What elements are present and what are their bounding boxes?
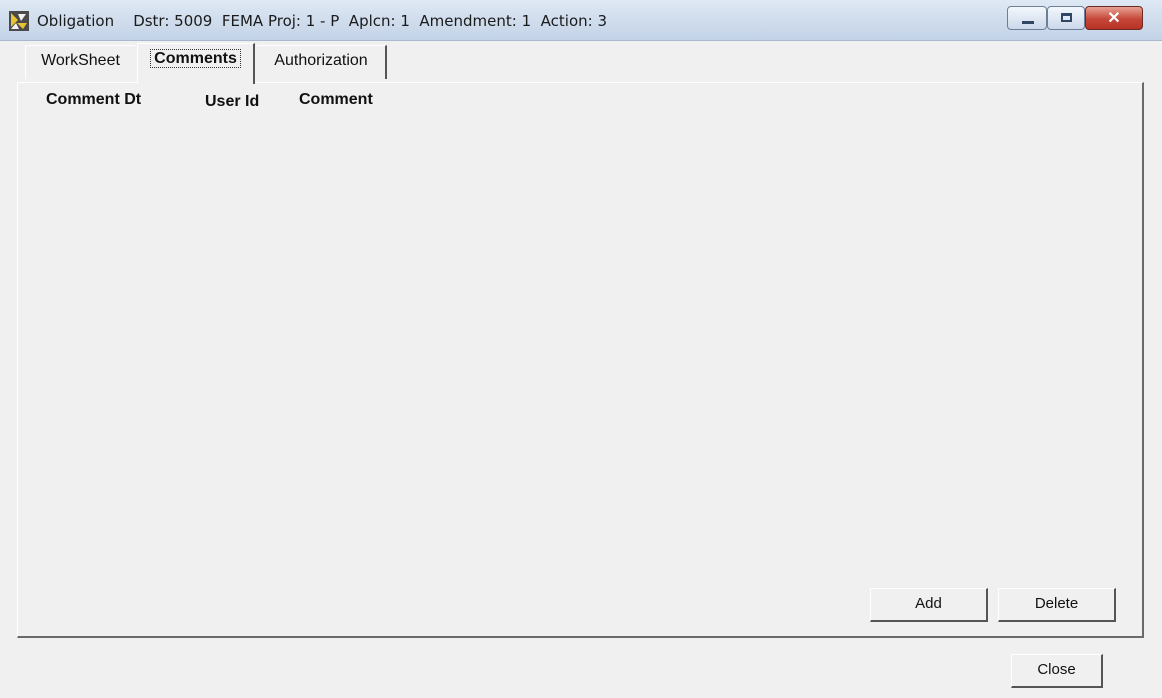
tab-authorization-label: Authorization xyxy=(274,52,368,69)
tab-comments-label: Comments xyxy=(150,49,241,68)
close-icon: ✕ xyxy=(1107,10,1121,27)
tab-comments[interactable]: Comments xyxy=(137,43,255,84)
window-title-app: Obligation xyxy=(37,12,115,30)
column-header-comment[interactable]: Comment xyxy=(299,91,373,109)
close-window-button[interactable]: ✕ xyxy=(1085,6,1143,30)
delete-button[interactable]: Delete xyxy=(998,588,1116,622)
column-header-comment-dt[interactable]: Comment Dt xyxy=(46,91,141,109)
maximize-button[interactable] xyxy=(1047,6,1085,30)
window-title: Obligation Dstr: 5009 FEMA Proj: 1 - P A… xyxy=(37,12,607,30)
tab-worksheet-label: WorkSheet xyxy=(41,52,120,69)
tab-authorization[interactable]: Authorization xyxy=(257,45,387,79)
close-button[interactable]: Close xyxy=(1011,654,1103,688)
add-button[interactable]: Add xyxy=(870,588,988,622)
minimize-button[interactable] xyxy=(1007,6,1047,30)
window-title-details: Dstr: 5009 FEMA Proj: 1 - P Aplcn: 1 Ame… xyxy=(133,12,608,30)
tab-worksheet[interactable]: WorkSheet xyxy=(25,45,135,79)
column-header-user-id[interactable]: User Id xyxy=(205,93,259,111)
title-bar: Obligation Dstr: 5009 FEMA Proj: 1 - P A… xyxy=(0,0,1162,41)
app-icon xyxy=(9,11,29,31)
minimize-icon xyxy=(1022,21,1034,24)
comments-panel xyxy=(17,82,1144,638)
maximize-icon xyxy=(1061,13,1072,22)
